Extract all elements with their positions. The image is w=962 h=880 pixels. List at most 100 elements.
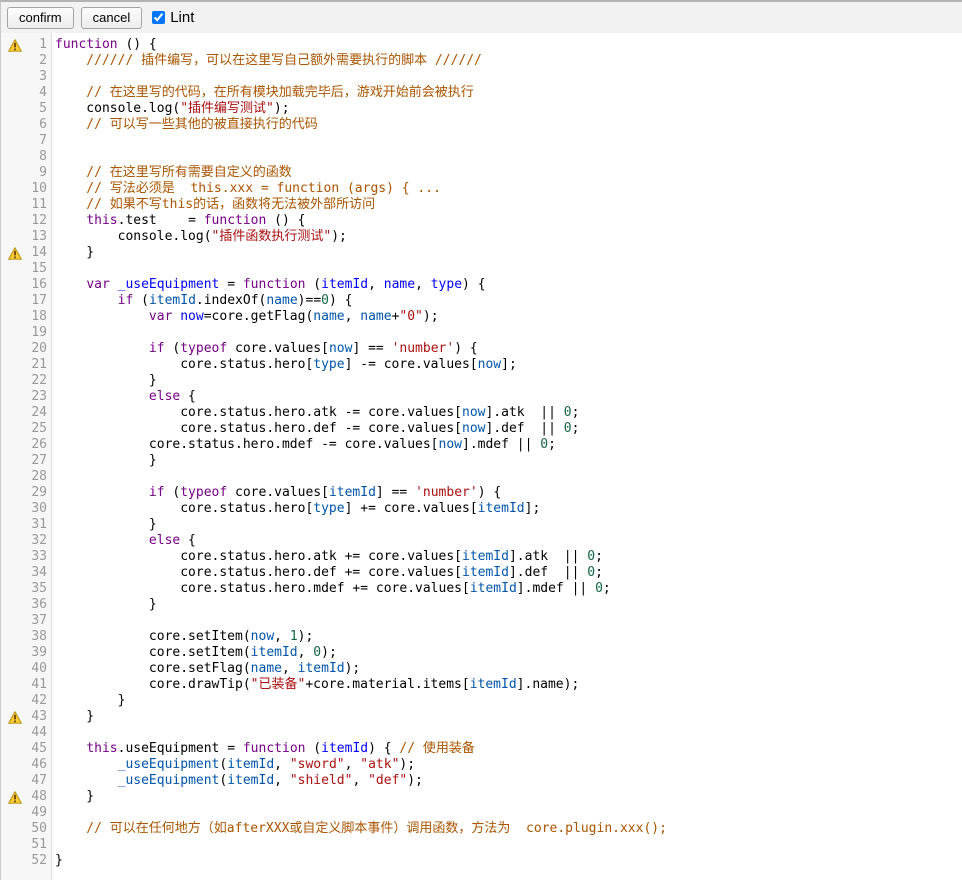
code-line[interactable]: 2 ////// 插件编写，可以在这里写自己额外需要执行的脚本 ////// [1,53,962,69]
code-line[interactable]: 29 if (typeof core.values[itemId] == 'nu… [1,485,962,501]
gutter: 10 [1,181,52,197]
code-line[interactable]: 14 } [1,245,962,261]
code-line[interactable]: 23 else { [1,389,962,405]
code-text [52,805,55,821]
code-text: var _useEquipment = function (itemId, na… [52,277,486,293]
code-text: core.status.hero[type] -= core.values[no… [52,357,517,373]
code-line[interactable]: 42 } [1,693,962,709]
line-number: 4 [22,85,52,101]
code-line[interactable]: 21 core.status.hero[type] -= core.values… [1,357,962,373]
code-line[interactable]: 7 [1,133,962,149]
code-line[interactable]: 36 } [1,597,962,613]
code-line[interactable]: 30 core.status.hero[type] += core.values… [1,501,962,517]
gutter: 23 [1,389,52,405]
code-text: core.status.hero.def -= core.values[now]… [52,421,579,437]
code-line[interactable]: 22 } [1,373,962,389]
code-line[interactable]: 31 } [1,517,962,533]
lint-warning-icon [8,791,22,804]
line-number: 8 [22,149,52,165]
line-number: 29 [22,485,52,501]
code-line[interactable]: 43 } [1,709,962,725]
line-number: 7 [22,133,52,149]
code-line[interactable]: 4 // 在这里写的代码，在所有模块加载完毕后，游戏开始前会被执行 [1,85,962,101]
code-lines: 1function () {2 ////// 插件编写，可以在这里写自己额外需要… [1,37,962,869]
gutter: 52 [1,853,52,869]
code-text: core.status.hero.def += core.values[item… [52,565,603,581]
code-line[interactable]: 12 this.test = function () { [1,213,962,229]
code-line[interactable]: 52} [1,853,962,869]
code-line[interactable]: 50 // 可以在任何地方（如afterXXX或自定义脚本事件）调用函数，方法为… [1,821,962,837]
code-line[interactable]: 39 core.setItem(itemId, 0); [1,645,962,661]
code-line[interactable]: 15 [1,261,962,277]
code-line[interactable]: 46 _useEquipment(itemId, "sword", "atk")… [1,757,962,773]
line-number: 18 [22,309,52,325]
code-line[interactable]: 41 core.drawTip("已装备"+core.material.item… [1,677,962,693]
code-line[interactable]: 26 core.status.hero.mdef -= core.values[… [1,437,962,453]
code-line[interactable]: 8 [1,149,962,165]
code-line[interactable]: 44 [1,725,962,741]
code-text [52,325,55,341]
code-line[interactable]: 35 core.status.hero.mdef += core.values[… [1,581,962,597]
code-line[interactable]: 48 } [1,789,962,805]
code-line[interactable]: 20 if (typeof core.values[now] == 'numbe… [1,341,962,357]
code-text: core.setItem(now, 1); [52,629,313,645]
confirm-button[interactable]: confirm [7,7,74,29]
line-number: 31 [22,517,52,533]
code-line[interactable]: 18 var now=core.getFlag(name, name+"0"); [1,309,962,325]
code-line[interactable]: 19 [1,325,962,341]
code-line[interactable]: 6 // 可以写一些其他的被直接执行的代码 [1,117,962,133]
gutter: 26 [1,437,52,453]
code-line[interactable]: 16 var _useEquipment = function (itemId,… [1,277,962,293]
code-line[interactable]: 28 [1,469,962,485]
lint-warning-icon [8,39,22,52]
code-line[interactable]: 25 core.status.hero.def -= core.values[n… [1,421,962,437]
code-line[interactable]: 32 else { [1,533,962,549]
gutter: 18 [1,309,52,325]
code-text: if (typeof core.values[now] == 'number')… [52,341,478,357]
code-line[interactable]: 38 core.setItem(now, 1); [1,629,962,645]
code-line[interactable]: 45 this.useEquipment = function (itemId)… [1,741,962,757]
code-line[interactable]: 1function () { [1,37,962,53]
code-text: } [52,517,157,533]
gutter: 5 [1,101,52,117]
code-line[interactable]: 24 core.status.hero.atk -= core.values[n… [1,405,962,421]
code-line[interactable]: 17 if (itemId.indexOf(name)==0) { [1,293,962,309]
line-number: 13 [22,229,52,245]
code-line[interactable]: 13 console.log("插件函数执行测试"); [1,229,962,245]
code-editor[interactable]: 1function () {2 ////// 插件编写，可以在这里写自己额外需要… [1,33,962,880]
line-number: 1 [22,37,52,53]
code-text: } [52,789,94,805]
code-line[interactable]: 11 // 如果不写this的话，函数将无法被外部所访问 [1,197,962,213]
code-line[interactable]: 3 [1,69,962,85]
code-line[interactable]: 27 } [1,453,962,469]
gutter: 43 [1,709,52,725]
code-line[interactable]: 47 _useEquipment(itemId, "shield", "def"… [1,773,962,789]
lint-checkbox[interactable] [152,11,165,24]
line-number: 20 [22,341,52,357]
code-line[interactable]: 49 [1,805,962,821]
code-line[interactable]: 34 core.status.hero.def += core.values[i… [1,565,962,581]
line-number: 51 [22,837,52,853]
code-line[interactable]: 9 // 在这里写所有需要自定义的函数 [1,165,962,181]
code-text [52,725,55,741]
cancel-button[interactable]: cancel [81,7,143,29]
code-line[interactable]: 5 console.log("插件编写测试"); [1,101,962,117]
code-line[interactable]: 51 [1,837,962,853]
line-number: 26 [22,437,52,453]
code-text [52,613,55,629]
code-text: core.drawTip("已装备"+core.material.items[i… [52,677,579,693]
code-line[interactable]: 10 // 写法必须是 this.xxx = function (args) {… [1,181,962,197]
code-line[interactable]: 40 core.setFlag(name, itemId); [1,661,962,677]
gutter: 44 [1,725,52,741]
code-text: // 写法必须是 this.xxx = function (args) { ..… [52,181,441,197]
gutter: 51 [1,837,52,853]
gutter: 45 [1,741,52,757]
code-text: } [52,693,125,709]
code-text: // 在这里写所有需要自定义的函数 [52,165,292,181]
line-number: 11 [22,197,52,213]
code-text: } [52,853,63,869]
code-line[interactable]: 33 core.status.hero.atk += core.values[i… [1,549,962,565]
gutter: 28 [1,469,52,485]
code-line[interactable]: 37 [1,613,962,629]
code-text: core.status.hero.mdef -= core.values[now… [52,437,556,453]
